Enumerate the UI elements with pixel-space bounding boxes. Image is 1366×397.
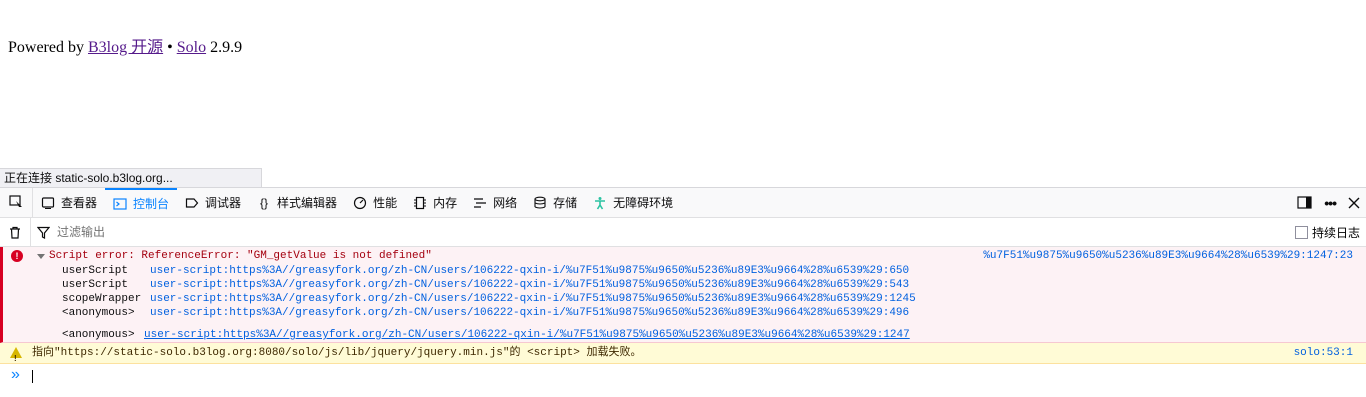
filter-icon-wrap xyxy=(31,226,55,239)
tab-label: 网络 xyxy=(493,196,518,210)
performance-icon xyxy=(353,196,367,209)
solo-link[interactable]: Solo xyxy=(177,39,206,56)
toolbar-actions: ••• xyxy=(1297,188,1360,217)
element-picker-icon xyxy=(8,195,22,209)
tab-label: 样式编辑器 xyxy=(277,196,338,210)
inspector-icon xyxy=(41,196,55,209)
storage-icon xyxy=(534,196,546,209)
memory-icon xyxy=(414,196,427,209)
expand-caret-icon[interactable] xyxy=(37,253,45,259)
tab-storage[interactable]: 存储 xyxy=(525,188,585,217)
debugger-icon xyxy=(185,197,199,208)
tab-label: 调试器 xyxy=(205,196,242,210)
frame-source-link[interactable]: user-script:https%3A//greasyfork.org/zh-… xyxy=(150,306,909,320)
tab-label: 控制台 xyxy=(133,197,170,211)
persist-logs-checkbox[interactable] xyxy=(1294,226,1308,239)
text-cursor xyxy=(32,370,33,383)
frame-source-link[interactable]: user-script:https%3A//greasyfork.org/zh-… xyxy=(150,292,916,306)
prompt-chevron-icon: » xyxy=(11,366,20,383)
dock-side-icon[interactable] xyxy=(1297,195,1312,210)
console-filter-bar: 持续日志 xyxy=(0,218,1366,247)
stack-frame: <anonymous> user-script:https%3A//greasy… xyxy=(62,306,916,320)
close-icon[interactable] xyxy=(1348,197,1360,209)
filter-output-input[interactable] xyxy=(55,224,459,240)
tab-label: 存储 xyxy=(553,196,578,210)
console-icon xyxy=(113,197,127,210)
accessibility-icon xyxy=(595,196,606,209)
trash-icon xyxy=(10,226,20,239)
tab-label: 查看器 xyxy=(61,196,98,210)
tab-inspector[interactable]: 查看器 xyxy=(33,188,105,217)
connection-status-bar: 正在连接 static-solo.b3log.org... xyxy=(0,168,262,187)
filter-icon xyxy=(36,226,50,239)
frame-source-link[interactable]: user-script:https%3A//greasyfork.org/zh-… xyxy=(150,278,909,292)
frame-function: scopeWrapper xyxy=(62,293,142,305)
frame-function: <anonymous> xyxy=(62,307,135,319)
warning-icon: ! xyxy=(10,347,22,363)
persist-logs-label: 持续日志 xyxy=(1311,226,1360,240)
tab-style-editor[interactable]: {} 样式编辑器 xyxy=(249,188,345,217)
error-header: ! Script error: ReferenceError: "GM_getV… xyxy=(11,250,432,262)
tab-memory[interactable]: 内存 xyxy=(405,188,465,217)
stack-frame: scopeWrapper user-script:https%3A//greas… xyxy=(62,292,916,306)
more-options-icon[interactable]: ••• xyxy=(1324,195,1337,211)
error-location-link[interactable]: %u7F51%u9875%u9650%u5236%u89E3%u9664%28%… xyxy=(983,250,1353,262)
stack-frame: <anonymous> user-script:https%3A//greasy… xyxy=(62,328,916,342)
frame-source-link[interactable]: user-script:https%3A//greasyfork.org/zh-… xyxy=(144,328,910,342)
error-icon: ! xyxy=(11,250,23,262)
page-footer: Powered by B3log 开源 • Solo 2.9.9 xyxy=(8,33,242,57)
tab-debugger[interactable]: 调试器 xyxy=(177,188,249,217)
devtools-panel: 查看器 控制台 调试器 {} 样式编辑器 性能 内存 网络 存储 无障碍环境 •… xyxy=(0,187,1366,397)
element-picker-button[interactable] xyxy=(0,188,33,217)
tab-accessibility[interactable]: 无障碍环境 xyxy=(585,188,681,217)
tab-label: 无障碍环境 xyxy=(613,196,674,210)
devtools-toolbar: 查看器 控制台 调试器 {} 样式编辑器 性能 内存 网络 存储 无障碍环境 •… xyxy=(0,188,1366,218)
persist-logs-toggle[interactable]: 持续日志 xyxy=(1294,224,1360,241)
footer-prefix: Powered by xyxy=(8,39,84,56)
stack-frame: userScript user-script:https%3A//greasyf… xyxy=(62,278,916,292)
console-error-message: ! Script error: ReferenceError: "GM_getV… xyxy=(0,247,1366,343)
status-text: 正在连接 static-solo.b3log.org... xyxy=(4,171,173,185)
frame-source-link[interactable]: user-script:https%3A//greasyfork.org/zh-… xyxy=(150,264,909,278)
frame-function: <anonymous> xyxy=(62,329,135,341)
warning-text: 指向"https://static-solo.b3log.org:8080/so… xyxy=(32,347,642,359)
clear-console-button[interactable] xyxy=(0,218,31,246)
b3log-link[interactable]: B3log 开源 xyxy=(88,39,163,56)
tab-console[interactable]: 控制台 xyxy=(105,188,178,217)
warning-location-link[interactable]: solo:53:1 xyxy=(1294,343,1353,363)
network-icon xyxy=(474,197,487,208)
console-warning-message: ! 指向"https://static-solo.b3log.org:8080/… xyxy=(0,343,1366,364)
error-text: Script error: ReferenceError: "GM_getVal… xyxy=(49,250,432,262)
frame-function: userScript xyxy=(62,265,129,277)
tab-label: 内存 xyxy=(433,196,458,210)
console-input-line[interactable]: » xyxy=(0,364,1366,388)
footer-separator: • xyxy=(167,39,173,56)
frame-function: userScript xyxy=(62,279,129,291)
tab-label: 性能 xyxy=(373,196,398,210)
stack-frame: userScript user-script:https%3A//greasyf… xyxy=(62,264,916,278)
style-editor-icon: {} xyxy=(260,195,269,210)
tab-network[interactable]: 网络 xyxy=(465,188,525,217)
stack-trace: userScript user-script:https%3A//greasyf… xyxy=(62,264,916,342)
tab-performance[interactable]: 性能 xyxy=(345,188,405,217)
version-text: 2.9.9 xyxy=(210,39,243,56)
